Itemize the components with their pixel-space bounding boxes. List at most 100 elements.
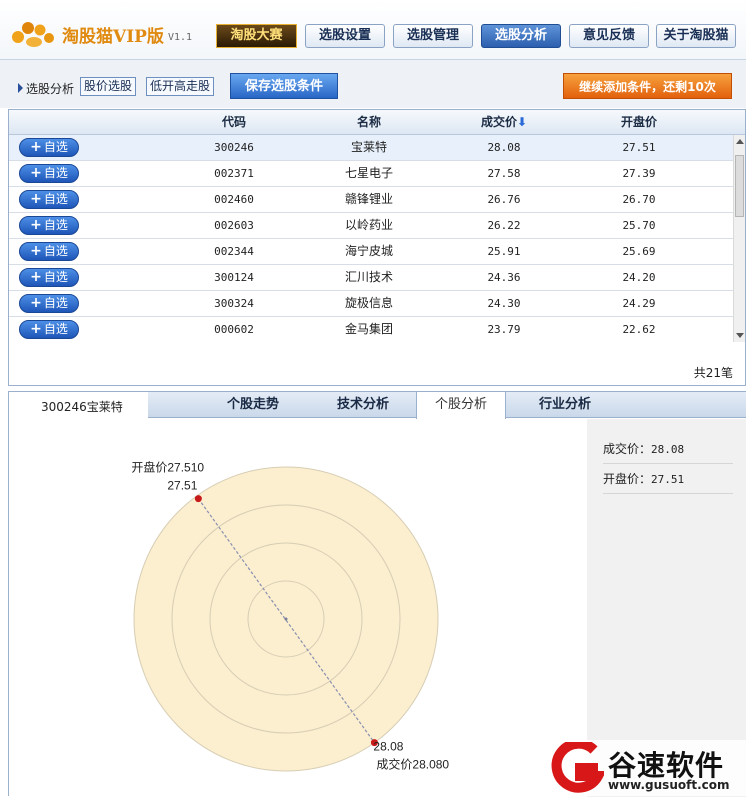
column-header-name[interactable]: 名称 — [324, 110, 414, 135]
cell-name: 旋极信息 — [344, 296, 393, 310]
analysis-tab-2[interactable]: 个股分析 — [416, 392, 506, 419]
add-label: 自选 — [43, 270, 68, 284]
table-row[interactable]: + 自选 002460 赣锋锂业 26.76 26.70 — [9, 187, 733, 213]
save-condition-button[interactable]: 保存选股条件 — [230, 73, 338, 99]
table-row[interactable]: + 自选 300324 旋极信息 24.30 24.29 — [9, 291, 733, 317]
cell-price: 24.30 — [487, 297, 521, 310]
table-row[interactable]: + 自选 000602 金马集团 23.79 22.62 — [9, 317, 733, 342]
cell-open: 27.51 — [622, 141, 656, 154]
cell-open: 22.62 — [622, 323, 656, 336]
cell-name: 汇川技术 — [344, 270, 393, 284]
side-value: 27.51 — [651, 473, 685, 486]
cell-name: 七星电子 — [344, 166, 393, 180]
app-title: 淘股猫VIP版 — [62, 27, 164, 47]
cell-name: 金马集团 — [344, 322, 393, 336]
analysis-tab-strip: 个股走势 技术分析 个股分析 行业分析 — [148, 392, 746, 419]
add-to-watchlist-button[interactable]: + 自选 — [19, 294, 79, 313]
toolbar-label: 选股分析 — [26, 82, 75, 96]
table-row[interactable]: + 自选 002371 七星电子 27.58 27.39 — [9, 161, 733, 187]
radar-chart: 开盘价27.510 27.51 成交价28.080 28.08 — [131, 460, 449, 772]
radar-point-label-0: 27.51 — [167, 479, 197, 493]
radar-chart-area: 开盘价27.510 27.51 成交价28.080 28.08 — [9, 419, 587, 797]
cell-open: 25.70 — [622, 219, 656, 232]
add-label: 自选 — [43, 322, 68, 336]
table-row[interactable]: + 自选 300124 汇川技术 24.36 24.20 — [9, 265, 733, 291]
radar-axis-label-1: 成交价28.080 — [376, 757, 449, 772]
table-scrollbar[interactable] — [733, 135, 745, 342]
cell-price: 28.08 — [487, 141, 521, 154]
app-version: V1.1 — [168, 32, 193, 43]
watermark: 谷速软件 www.gusuoft.com — [548, 740, 746, 796]
add-label: 自选 — [43, 296, 68, 310]
analysis-panel: 300246宝莱特 个股走势 技术分析 个股分析 行业分析 开盘价27.510 27.5… — [8, 391, 746, 797]
add-to-watchlist-button[interactable]: + 自选 — [19, 268, 79, 287]
sort-desc-icon: ⬇ — [516, 115, 528, 129]
analysis-tab-3[interactable]: 行业分析 — [520, 392, 610, 418]
add-label: 自选 — [43, 192, 68, 206]
add-to-watchlist-button[interactable]: + 自选 — [19, 242, 79, 261]
filter-tag-price[interactable]: 股价选股 — [80, 77, 137, 96]
add-label: 自选 — [43, 140, 68, 154]
add-to-watchlist-button[interactable]: + 自选 — [19, 138, 79, 157]
analysis-tab-1[interactable]: 技术分析 — [318, 392, 408, 418]
radar-point-label-1: 28.08 — [373, 740, 403, 754]
top-bar: 淘股猫VIP版 V1.1 淘股大赛 选股设置 选股管理 选股分析 意见反馈 关于淘股猫 — [0, 0, 746, 60]
cell-name: 海宁皮城 — [344, 244, 393, 258]
add-to-watchlist-button[interactable]: + 自选 — [19, 216, 79, 235]
side-value-row: 成交价：28.08 — [603, 434, 733, 464]
cell-open: 27.39 — [622, 167, 656, 180]
plus-icon: + — [30, 165, 42, 181]
watermark-url: www.gusuoft.com — [608, 778, 730, 792]
cell-code: 002460 — [214, 193, 254, 206]
selected-stock-label: 300246宝莱特 — [41, 400, 123, 414]
side-label: 开盘价： — [603, 472, 652, 486]
scroll-thumb[interactable] — [735, 155, 744, 217]
side-value: 28.08 — [651, 443, 685, 456]
column-header-code[interactable]: 代码 — [189, 110, 279, 135]
radar-axis-label-0: 开盘价27.510 — [131, 460, 204, 475]
analysis-tab-0[interactable]: 个股走势 — [208, 392, 298, 418]
add-to-watchlist-button[interactable]: + 自选 — [19, 164, 79, 183]
cell-code: 300124 — [214, 271, 254, 284]
cell-code: 002603 — [214, 219, 254, 232]
add-label: 自选 — [43, 244, 68, 258]
table-header: 代码 名称 成交价⬇ 开盘价 — [9, 110, 745, 135]
cell-price: 25.91 — [487, 245, 521, 258]
cat-paw-logo-icon — [12, 22, 54, 47]
gusu-logo-icon — [551, 742, 604, 793]
toolbar: 选股分析 股价选股 低开高走股 保存选股条件 继续添加条件，还剩10次 — [0, 60, 746, 108]
plus-icon: + — [30, 191, 42, 207]
analysis-tabbar: 300246宝莱特 个股走势 技术分析 个股分析 行业分析 — [9, 392, 746, 419]
add-to-watchlist-button[interactable]: + 自选 — [19, 190, 79, 209]
nav-button-2[interactable]: 选股分析 — [481, 24, 561, 48]
cell-code: 000602 — [214, 323, 254, 336]
scroll-up-icon[interactable] — [736, 139, 744, 144]
table-row[interactable]: + 自选 002603 以岭药业 26.22 25.70 — [9, 213, 733, 239]
table-row[interactable]: + 自选 002344 海宁皮城 25.91 25.69 — [9, 239, 733, 265]
cell-price: 26.22 — [487, 219, 521, 232]
cell-code: 300246 — [214, 141, 254, 154]
cell-price: 27.58 — [487, 167, 521, 180]
add-to-watchlist-button[interactable]: + 自选 — [19, 320, 79, 339]
cell-open: 25.69 — [622, 245, 656, 258]
side-value-row: 开盘价：27.51 — [603, 464, 733, 494]
filter-tag-low-open-high[interactable]: 低开高走股 — [146, 77, 215, 96]
column-header-price-label: 成交价 — [480, 115, 517, 129]
plus-icon: + — [30, 139, 42, 155]
cell-open: 24.29 — [622, 297, 656, 310]
nav-button-3[interactable]: 意见反馈 — [569, 24, 649, 48]
cell-name: 以岭药业 — [344, 218, 393, 232]
stock-table-panel: 代码 名称 成交价⬇ 开盘价 + 自选 300246 宝莱特 28.08 27.51 + 自选… — [8, 109, 746, 386]
triangle-right-icon — [18, 83, 23, 93]
column-header-open[interactable]: 开盘价 — [584, 110, 694, 135]
plus-icon: + — [30, 217, 42, 233]
add-condition-button[interactable]: 继续添加条件，还剩10次 — [563, 73, 732, 99]
nav-button-4[interactable]: 关于淘股猫 — [656, 24, 736, 48]
table-row[interactable]: + 自选 300246 宝莱特 28.08 27.51 — [9, 135, 733, 161]
nav-button-1[interactable]: 选股管理 — [393, 24, 473, 48]
column-header-price[interactable]: 成交价⬇ — [449, 110, 559, 135]
contest-button[interactable]: 淘股大赛 — [216, 24, 297, 48]
nav-button-0[interactable]: 选股设置 — [305, 24, 385, 48]
scroll-down-icon[interactable] — [736, 333, 744, 338]
add-label: 自选 — [43, 218, 68, 232]
